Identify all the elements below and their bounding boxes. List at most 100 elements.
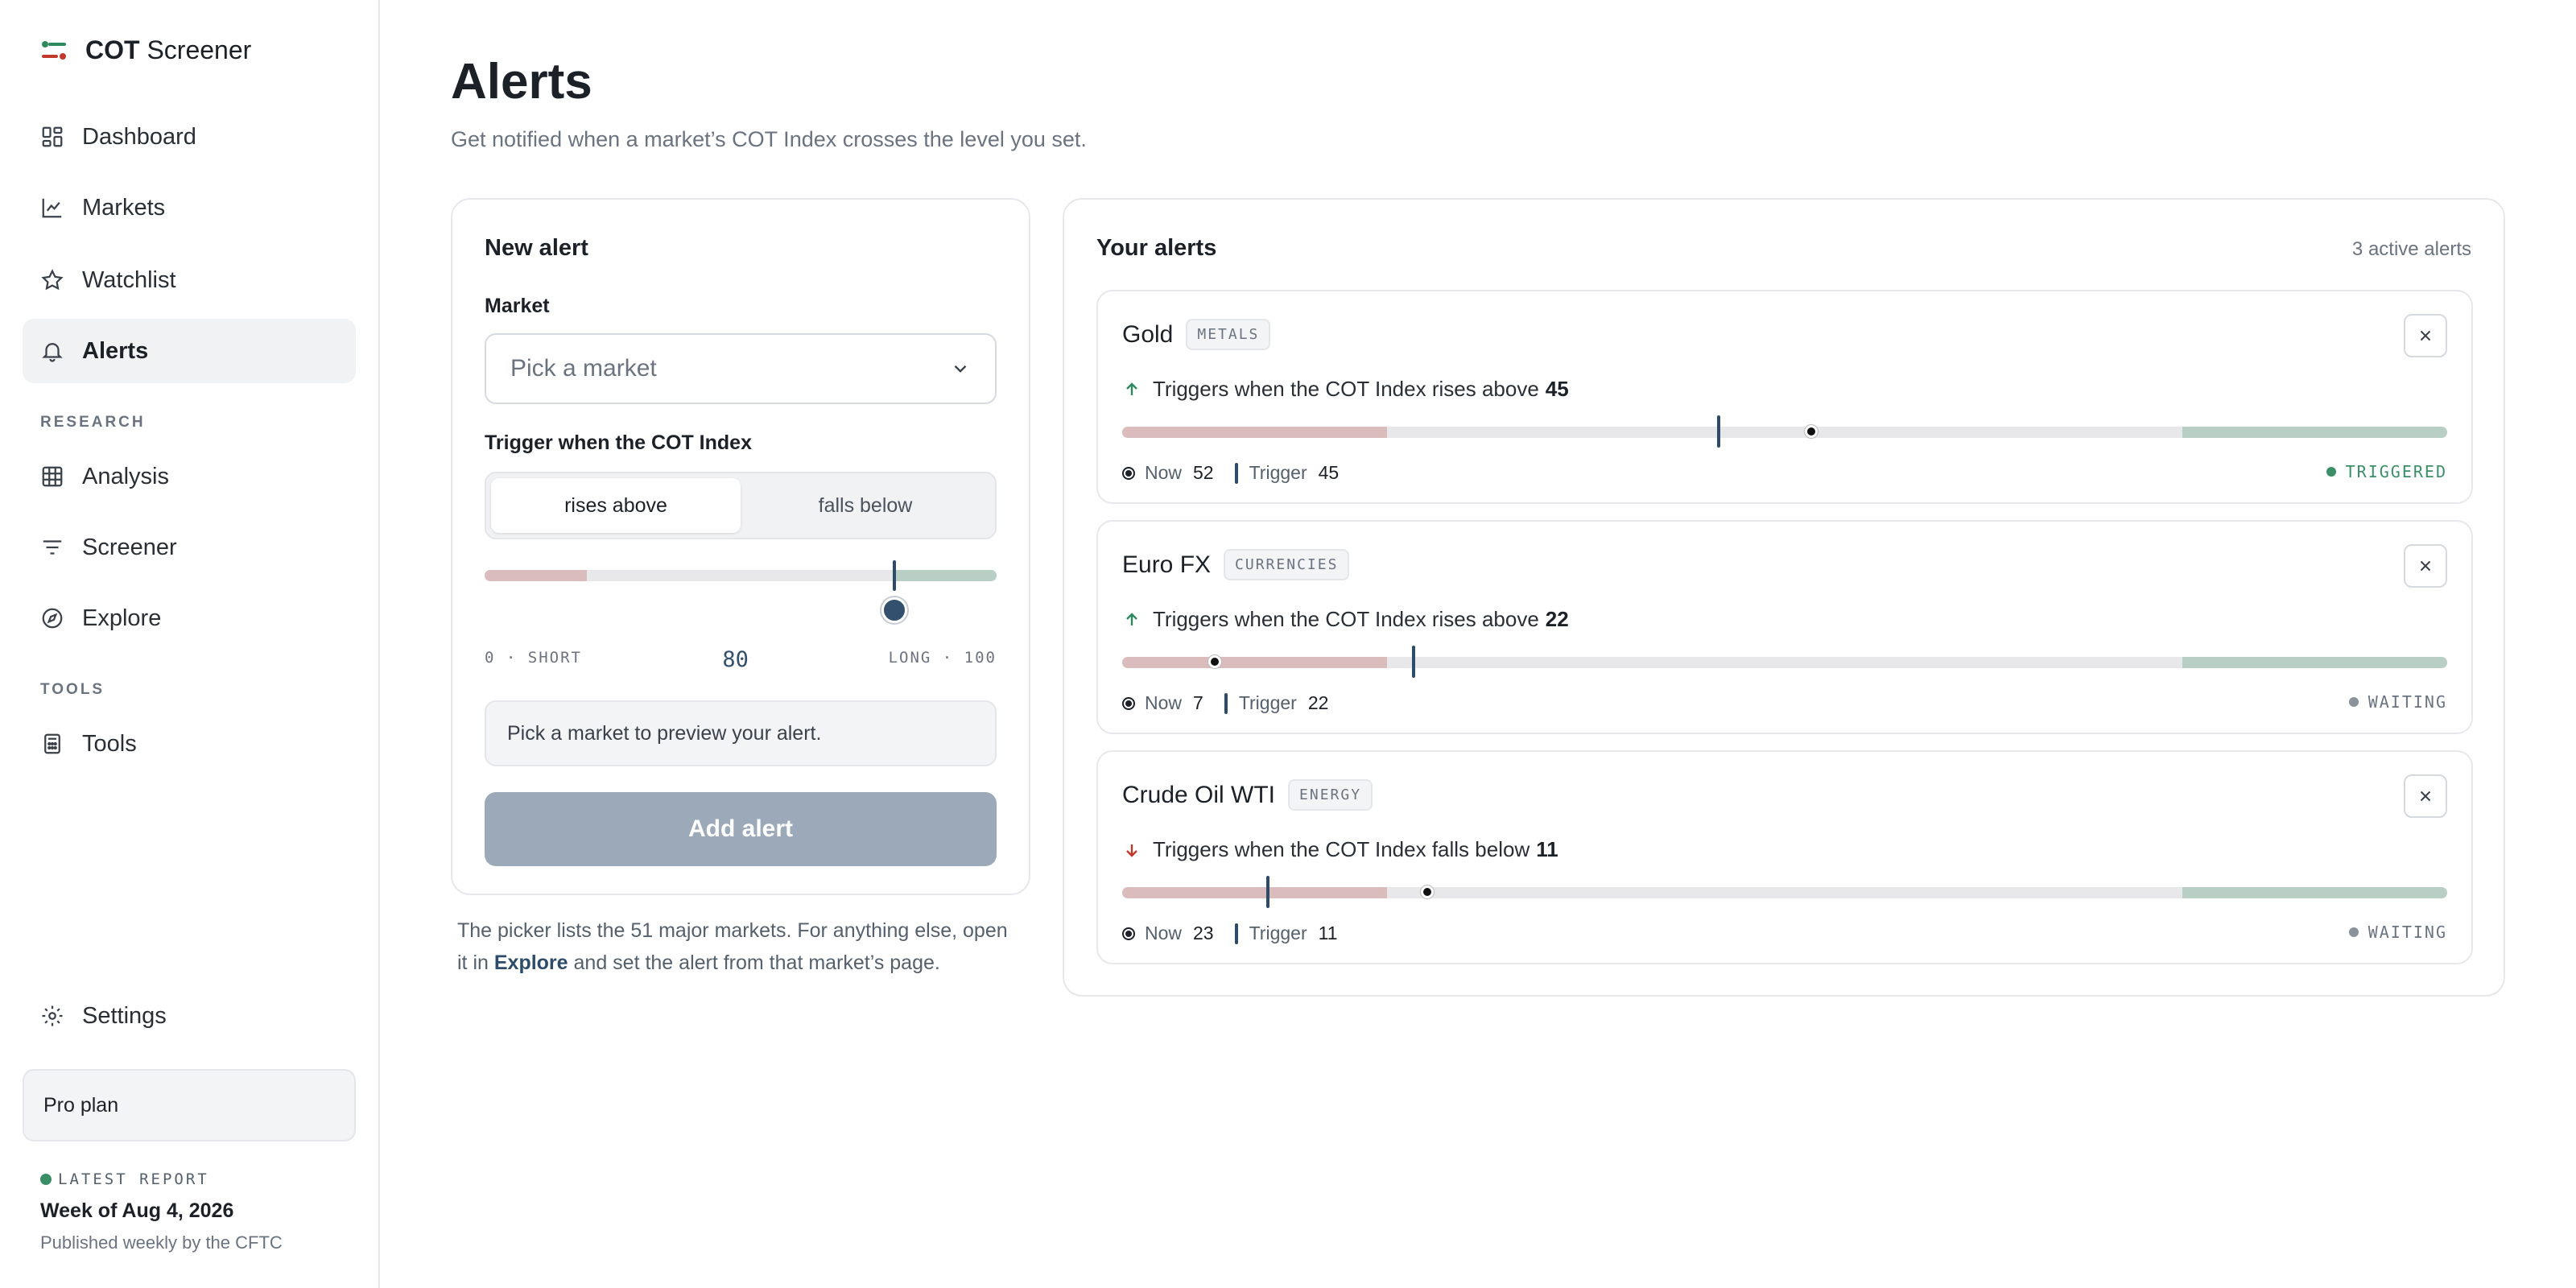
alert-card: Crude Oil WTI ENERGY Triggers when the COT… bbox=[1096, 750, 2473, 964]
now-label: Now bbox=[1145, 692, 1183, 713]
sidebar-item-dashboard[interactable]: Dashboard bbox=[23, 105, 356, 169]
sidebar-item-analysis[interactable]: Analysis bbox=[23, 444, 356, 509]
new-alert-title: New alert bbox=[485, 235, 588, 261]
close-icon bbox=[2420, 330, 2431, 341]
filter-icon bbox=[43, 540, 62, 555]
brand-name: COT Screener bbox=[85, 35, 252, 64]
calculator-icon bbox=[44, 733, 60, 754]
gear-icon bbox=[42, 1005, 63, 1026]
page-subtitle: Get notified when a market’s COT Index c… bbox=[451, 127, 1087, 151]
alert-index-bar bbox=[1122, 887, 2447, 898]
status-dot-icon bbox=[40, 1174, 52, 1185]
star-icon bbox=[41, 269, 64, 291]
dashboard-icon bbox=[42, 126, 63, 147]
threshold-slider-track[interactable] bbox=[485, 570, 997, 581]
page-title: Alerts bbox=[451, 54, 592, 109]
section-label-tools: TOOLS bbox=[40, 681, 105, 698]
long-zone bbox=[2182, 427, 2447, 438]
trigger-bar-icon bbox=[1224, 692, 1228, 714]
scale-max-label: LONG · 100 bbox=[888, 649, 997, 667]
alert-card: Euro FX CURRENCIES Triggers when the COT I… bbox=[1096, 520, 2473, 734]
arrow-up-icon bbox=[1126, 612, 1137, 625]
sidebar-item-label: Tools bbox=[82, 730, 137, 757]
alert-status-label: TRIGGERED bbox=[2345, 462, 2447, 481]
sidebar-item-label: Explore bbox=[82, 605, 162, 631]
trigger-marker bbox=[1266, 876, 1270, 908]
sidebar-item-screener[interactable]: Screener bbox=[23, 515, 356, 580]
your-alerts-card: Your alerts 3 active alerts Gold METALS Tr… bbox=[1063, 198, 2505, 997]
sidebar-item-label: Analysis bbox=[82, 463, 169, 489]
direction-rises-above[interactable]: rises above bbox=[491, 478, 741, 533]
now-marker bbox=[1420, 886, 1434, 898]
trigger-label: Trigger when the COT Index bbox=[485, 431, 752, 454]
sidebar-item-label: Settings bbox=[82, 1002, 167, 1029]
trigger-label: Trigger bbox=[1249, 923, 1307, 943]
trigger-value: 22 bbox=[1307, 692, 1329, 713]
sidebar-item-label: Screener bbox=[82, 534, 177, 560]
add-alert-button[interactable]: Add alert bbox=[485, 792, 997, 866]
explore-link[interactable]: Explore bbox=[494, 952, 568, 974]
now-value: 7 bbox=[1193, 692, 1203, 713]
scale-min-label: 0 · SHORT bbox=[485, 649, 582, 667]
alert-condition-text: Triggers when the COT Index rises above bbox=[1153, 377, 1539, 401]
trigger-value: 45 bbox=[1318, 462, 1340, 483]
trigger-bar-icon bbox=[1234, 462, 1238, 484]
delete-alert-button[interactable] bbox=[2404, 544, 2447, 588]
sidebar-item-watchlist[interactable]: Watchlist bbox=[23, 248, 356, 312]
sidebar-item-label: Dashboard bbox=[82, 123, 196, 150]
short-zone bbox=[1122, 427, 1388, 438]
market-label: Market bbox=[485, 295, 550, 317]
short-zone bbox=[1122, 657, 1388, 668]
threshold-slider-handle[interactable] bbox=[881, 597, 907, 623]
delete-alert-button[interactable] bbox=[2404, 774, 2447, 818]
direction-toggle: rises above falls below bbox=[485, 472, 997, 539]
status-dot-icon bbox=[2348, 927, 2359, 937]
alert-card: Gold METALS Triggers when the COT Index ri… bbox=[1096, 290, 2473, 504]
alert-status-label: WAITING bbox=[2368, 923, 2447, 942]
alert-condition: Triggers when the COT Index rises above 2… bbox=[1122, 607, 1569, 632]
status-dot-icon bbox=[2326, 467, 2336, 477]
close-icon bbox=[2420, 560, 2431, 572]
sidebar-item-label: Alerts bbox=[82, 337, 149, 364]
bell-icon bbox=[42, 343, 63, 362]
delete-alert-button[interactable] bbox=[2404, 314, 2447, 357]
trigger-marker bbox=[1716, 415, 1720, 448]
compass-icon bbox=[42, 608, 63, 629]
section-label-research: RESEARCH bbox=[40, 414, 146, 431]
brand[interactable]: COT Screener bbox=[40, 35, 251, 65]
close-icon bbox=[2420, 791, 2431, 802]
alert-status-label: WAITING bbox=[2368, 692, 2447, 712]
alert-index-bar bbox=[1122, 427, 2447, 438]
arrow-up-icon bbox=[1126, 382, 1137, 395]
sidebar-item-label: Watchlist bbox=[82, 266, 176, 293]
market-select[interactable]: Pick a market bbox=[485, 333, 997, 404]
trigger-marker bbox=[1412, 646, 1416, 678]
short-zone bbox=[1122, 887, 1388, 898]
sidebar-item-label: Markets bbox=[82, 194, 166, 221]
chevron-down-icon bbox=[954, 365, 967, 373]
sidebar-item-settings[interactable]: Settings bbox=[23, 984, 356, 1048]
alert-condition: Triggers when the COT Index rises above 4… bbox=[1122, 377, 1569, 402]
new-alert-card: New alert Market Pick a market Trigger w… bbox=[451, 198, 1030, 895]
alert-meta: Now 23 Trigger 11 bbox=[1122, 923, 1338, 944]
alert-category-tag: METALS bbox=[1186, 319, 1271, 350]
latest-report-published: Published weekly by the CFTC bbox=[40, 1232, 283, 1253]
sidebar-item-markets[interactable]: Markets bbox=[23, 175, 356, 240]
short-zone bbox=[485, 570, 588, 581]
alert-category-tag: CURRENCIES bbox=[1224, 549, 1350, 580]
alert-category-tag: ENERGY bbox=[1288, 779, 1373, 811]
grid-icon bbox=[42, 466, 63, 487]
sidebar-item-alerts[interactable]: Alerts bbox=[23, 319, 356, 383]
alert-meta: Now 7 Trigger 22 bbox=[1122, 692, 1328, 714]
trigger-label: Trigger bbox=[1238, 692, 1297, 713]
sidebar-item-explore[interactable]: Explore bbox=[23, 586, 356, 650]
status-dot-icon bbox=[2348, 697, 2359, 707]
direction-falls-below[interactable]: falls below bbox=[741, 478, 990, 533]
market-select-placeholder: Pick a market bbox=[510, 355, 657, 382]
plan-badge[interactable]: Pro plan bbox=[23, 1069, 356, 1141]
sidebar-item-tools[interactable]: Tools bbox=[23, 712, 356, 776]
latest-report: LATEST REPORT Week of Aug 4, 2026 Publis… bbox=[40, 1170, 283, 1253]
logo-icon bbox=[42, 40, 66, 60]
trigger-label: Trigger bbox=[1249, 462, 1307, 483]
latest-report-week: Week of Aug 4, 2026 bbox=[40, 1199, 234, 1222]
